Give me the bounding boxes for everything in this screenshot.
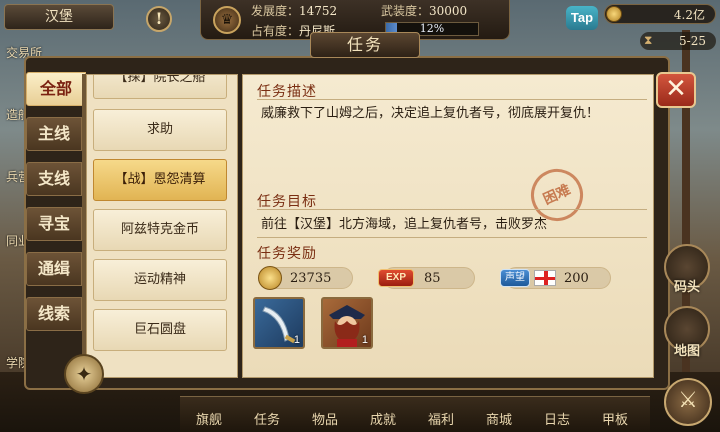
quest-item[interactable]: 运动精神 [93,259,227,301]
description-text: 威廉救下了山姆之后，决定追上复仇者号，彻底展开复仇！ [261,106,600,121]
goal-title: 任务目标 [257,194,317,210]
gold-reward-value: 23735 [290,271,332,286]
category-tabs: 全部 主线 支线 寻宝 通缉 线索 [26,72,86,342]
map-label: 地图 [673,344,700,359]
alert-icon[interactable]: ! [146,6,172,32]
quest-item[interactable]: 阿兹特克金币 [93,209,227,251]
occupation-label: 占有度： [251,24,300,38]
exp-reward: EXP 85 [378,267,475,289]
city-name[interactable]: 汉堡 [4,4,114,30]
coin-icon [606,6,622,22]
armament-stat: 武装度：30000 [381,2,467,19]
reputation-reward-value: 200 [564,271,589,286]
window-title: 任务 [310,32,420,58]
nav-log[interactable]: 日志 [544,409,570,428]
description-title: 任务描述 [257,84,317,100]
exp-icon: EXP [378,269,414,287]
tap-button[interactable]: Tap [566,6,598,30]
battle-button[interactable]: ⚔ [664,378,712,426]
nav-items[interactable]: 物品 [312,409,338,428]
nav-shop[interactable]: 商城 [486,409,512,428]
reward-item-hero[interactable]: 1 [321,297,373,349]
item-count: 1 [293,334,300,346]
bottom-nav: 旗舰 任务 物品 成就 福利 商城 日志 甲板 [180,396,650,432]
tab-main[interactable]: 主线 [26,117,82,151]
compass-icon[interactable] [64,354,104,394]
divider [257,237,647,238]
gold-reward: 23735 [258,266,353,290]
divider [257,99,647,100]
gold-amount: 4.2亿 [673,8,705,22]
development-label: 发展度： [251,4,300,18]
nav-achievements[interactable]: 成就 [370,409,396,428]
tab-wanted[interactable]: 通缉 [26,252,82,286]
quest-item[interactable]: 【探】院长之船 [93,75,227,99]
tab-clues[interactable]: 线索 [26,297,82,331]
england-flag-icon [534,270,556,286]
tab-all[interactable]: 全部 [26,72,86,106]
reward-title: 任务奖励 [257,246,317,262]
nav-deck[interactable]: 甲板 [602,409,628,428]
gold-coin-icon [258,266,282,290]
armament-label: 武装度： [381,4,430,18]
divider [257,209,647,210]
nav-welfare[interactable]: 福利 [428,409,454,428]
item-count: 1 [361,334,368,346]
quest-item-selected[interactable]: 【战】恩怨清算 [93,159,227,201]
nav-tasks[interactable]: 任务 [254,409,280,428]
nav-flagship[interactable]: 旗舰 [196,409,222,428]
quest-item[interactable]: 求助 [93,109,227,151]
goal-text: 前往【汉堡】北方海域，追上复仇者号，击败罗杰 [261,217,548,232]
reputation-reward: 声望 200 [500,267,611,289]
close-button[interactable]: ✕ [656,72,696,108]
development-value: 14752 [299,4,338,18]
gold-display[interactable]: 4.2亿 [604,4,716,24]
reputation-icon: 声望 [500,269,530,287]
exp-reward-value: 85 [424,271,441,286]
quest-list: 【探】院长之船 求助 【战】恩怨清算 阿兹特克金币 运动精神 巨石圆盘 [86,74,238,378]
reward-item-sword[interactable]: 1 [253,297,305,349]
quest-item[interactable]: 巨石圆盘 [93,309,227,351]
tab-side[interactable]: 支线 [26,162,82,196]
dock-label: 码头 [673,280,700,295]
city-crest-icon[interactable]: ♛ [213,6,241,34]
tab-treasure[interactable]: 寻宝 [26,207,82,241]
hourglass-icon: ⧗ [644,33,653,47]
development-stat: 发展度：14752 [251,2,337,19]
armament-value: 30000 [429,4,468,18]
quest-detail: 任务描述 威廉救下了山姆之后，决定追上复仇者号，彻底展开复仇！ 困难 任务目标 … [242,74,654,378]
